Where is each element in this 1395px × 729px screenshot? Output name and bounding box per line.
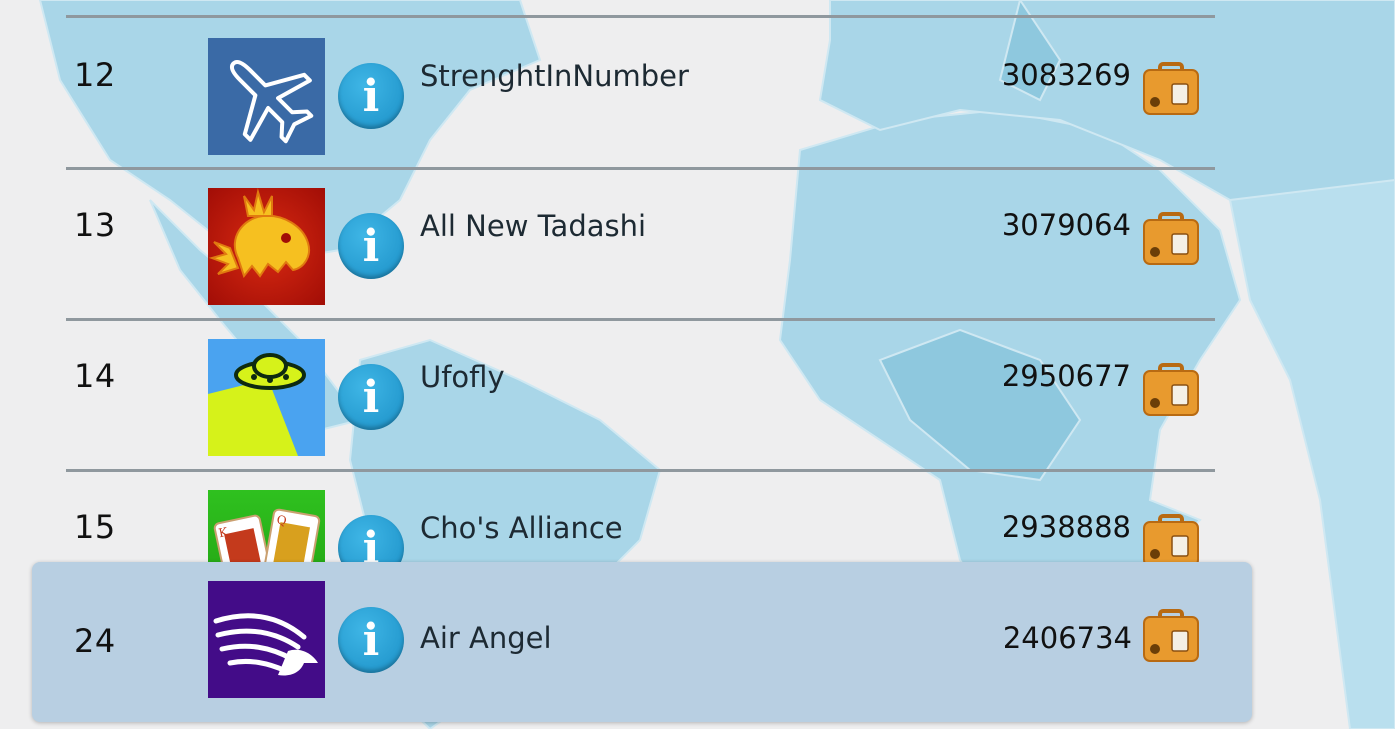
rank-number: 24 — [74, 622, 116, 660]
dragon-logo-icon — [208, 188, 325, 305]
player-score: 2938888 — [1001, 510, 1131, 544]
rank-number: 15 — [74, 508, 116, 546]
rank-number: 13 — [74, 206, 116, 244]
player-name: Air Angel — [420, 621, 552, 655]
player-score: 2406734 — [1002, 621, 1132, 655]
rank-number: 12 — [74, 56, 116, 94]
suitcase-icon[interactable] — [1142, 212, 1200, 266]
player-name: Cho's Alliance — [420, 511, 623, 545]
current-player-row[interactable]: 24 i Air Angel 2406734 — [32, 562, 1252, 722]
suitcase-icon[interactable] — [1142, 363, 1200, 417]
player-score: 3083269 — [1001, 58, 1131, 92]
info-button[interactable]: i — [338, 63, 404, 129]
player-score: 2950677 — [1001, 359, 1131, 393]
info-button[interactable]: i — [338, 364, 404, 430]
player-score: 3079064 — [1001, 208, 1131, 242]
leaderboard-row[interactable]: 12 i StrenghtInNumber 3083269 — [66, 18, 1215, 168]
info-icon: i — [362, 71, 380, 122]
player-name: All New Tadashi — [420, 209, 647, 243]
suitcase-icon[interactable] — [1142, 514, 1200, 568]
winged-eagle-logo-icon — [208, 581, 325, 698]
rank-number: 14 — [74, 357, 116, 395]
info-icon: i — [362, 372, 380, 423]
info-icon: i — [362, 221, 380, 272]
info-icon: i — [362, 615, 380, 666]
suitcase-icon[interactable] — [1142, 62, 1200, 116]
suitcase-icon[interactable] — [1142, 609, 1200, 663]
info-button[interactable]: i — [338, 607, 404, 673]
leaderboard-row[interactable]: 13 i All New Tadashi 3079064 — [66, 168, 1215, 318]
player-name: StrenghtInNumber — [420, 59, 689, 93]
player-name: Ufofly — [420, 360, 505, 394]
ufo-logo-icon — [208, 339, 325, 456]
info-button[interactable]: i — [338, 213, 404, 279]
leaderboard-row[interactable]: 14 i Ufofly 2950677 — [66, 319, 1215, 469]
airplane-logo-icon — [208, 38, 325, 155]
